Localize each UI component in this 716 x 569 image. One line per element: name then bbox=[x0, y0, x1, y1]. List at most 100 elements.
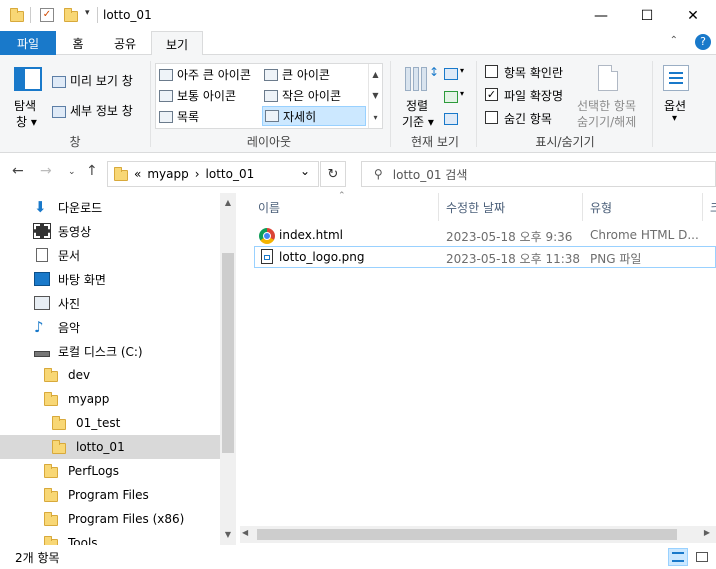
tab-view[interactable]: 보기 bbox=[151, 31, 203, 56]
options-arrow[interactable]: ▾ bbox=[672, 113, 677, 124]
large-icons-view-button[interactable] bbox=[692, 548, 712, 566]
nav-item-perflogs[interactable]: PerfLogs bbox=[0, 459, 220, 483]
details-view-button[interactable] bbox=[668, 548, 688, 566]
column-header-size[interactable]: 크 bbox=[710, 199, 716, 216]
minimize-button[interactable]: — bbox=[578, 0, 624, 31]
properties-icon[interactable]: ✓ bbox=[40, 8, 54, 22]
column-divider[interactable] bbox=[582, 193, 583, 221]
details-view-icon bbox=[672, 552, 684, 562]
file-extension-label[interactable]: 파일 확장명 bbox=[504, 87, 563, 104]
layout-list[interactable]: 목록 bbox=[159, 108, 199, 125]
nav-item-dev[interactable]: dev bbox=[0, 363, 220, 387]
layout-medium-icons[interactable]: 보통 아이콘 bbox=[159, 87, 236, 104]
nav-item-local-disk[interactable]: 로컬 디스크 (C:) bbox=[0, 339, 220, 363]
nav-item-documents[interactable]: 문서 bbox=[0, 243, 220, 267]
sort-by-icon[interactable]: ↕ bbox=[405, 65, 439, 93]
nav-item-videos[interactable]: 동영상 bbox=[0, 219, 220, 243]
column-header-name[interactable]: 이름 bbox=[258, 199, 280, 216]
navigation-pane: ⬇ 다운로드 동영상 문서 바탕 화면 사진 ♪ 음악 로컬 디스크 (C:) de… bbox=[0, 193, 236, 545]
scroll-left-icon[interactable]: ◀ bbox=[242, 528, 248, 537]
size-columns-icon[interactable] bbox=[444, 111, 460, 125]
nav-pane-label-2[interactable]: 창 ▾ bbox=[16, 113, 37, 130]
tab-file[interactable]: 파일 bbox=[0, 31, 56, 55]
preview-pane-icon bbox=[52, 75, 66, 88]
nav-item-lotto-01[interactable]: lotto_01 bbox=[0, 435, 220, 459]
scrollbar-thumb[interactable] bbox=[257, 529, 677, 540]
hide-selected-icon[interactable] bbox=[598, 65, 618, 91]
close-button[interactable]: ✕ bbox=[670, 0, 716, 31]
sort-by-label-1[interactable]: 정렬 bbox=[406, 97, 428, 114]
layout-details[interactable]: 자세히 bbox=[262, 106, 366, 126]
address-bar[interactable]: « myapp › lotto_01 ⌄ bbox=[107, 161, 319, 187]
column-header-type[interactable]: 유형 bbox=[590, 199, 612, 216]
nav-item-program-files-x86[interactable]: Program Files (x86) bbox=[0, 507, 220, 531]
hidden-items-toggle[interactable] bbox=[485, 111, 498, 124]
breadcrumb-lotto-01[interactable]: lotto_01 bbox=[206, 167, 255, 181]
video-icon bbox=[33, 223, 51, 239]
forward-arrow-icon[interactable]: → bbox=[40, 163, 52, 179]
nav-item-program-files[interactable]: Program Files bbox=[0, 483, 220, 507]
nav-item-tools[interactable]: Tools bbox=[0, 531, 220, 545]
back-arrow-icon[interactable]: ← bbox=[12, 163, 24, 179]
expand-gallery-icon[interactable]: ▾ bbox=[373, 113, 377, 122]
status-bar: 2개 항목 bbox=[0, 545, 716, 569]
refresh-button[interactable]: ↻ bbox=[320, 161, 346, 187]
new-folder-icon[interactable] bbox=[64, 8, 78, 22]
column-divider[interactable] bbox=[702, 193, 703, 221]
layout-extra-large-icons[interactable]: 아주 큰 아이콘 bbox=[159, 66, 251, 83]
sort-by-label-2[interactable]: 기준 ▾ bbox=[402, 113, 434, 130]
ribbon: 탐색 창 ▾ 미리 보기 창 세부 정보 창 창 아주 큰 아이콘 큰 아이콘 … bbox=[0, 55, 716, 153]
scroll-up-icon[interactable]: ▲ bbox=[372, 70, 378, 79]
details-pane-button[interactable]: 세부 정보 창 bbox=[52, 102, 133, 119]
column-divider[interactable] bbox=[438, 193, 439, 221]
layout-small-icons[interactable]: 작은 아이콘 bbox=[264, 87, 341, 104]
nav-pane-icon[interactable] bbox=[14, 67, 42, 91]
address-dropdown-icon[interactable]: ⌄ bbox=[300, 164, 310, 178]
scrollbar-thumb[interactable] bbox=[222, 253, 234, 453]
add-columns-icon[interactable]: ▾ bbox=[444, 89, 466, 103]
details-icon bbox=[265, 110, 279, 122]
breadcrumb-myapp[interactable]: myapp bbox=[147, 167, 188, 181]
table-row[interactable]: index.html 2023-05-18 오후 9:36 Chrome HTM… bbox=[254, 225, 716, 247]
scroll-down-icon[interactable]: ▼ bbox=[220, 527, 236, 543]
folder-icon bbox=[44, 368, 60, 382]
hide-selected-label-1[interactable]: 선택한 항목 bbox=[577, 97, 636, 114]
collapse-ribbon-icon[interactable]: ⌃ bbox=[670, 35, 678, 46]
breadcrumb-overflow[interactable]: « bbox=[134, 167, 141, 181]
nav-item-downloads[interactable]: ⬇ 다운로드 bbox=[0, 195, 220, 219]
scroll-right-icon[interactable]: ▶ bbox=[704, 528, 710, 537]
help-icon[interactable]: ? bbox=[695, 34, 711, 50]
maximize-button[interactable]: ☐ bbox=[624, 0, 670, 31]
nav-item-music[interactable]: ♪ 음악 bbox=[0, 315, 220, 339]
scroll-up-icon[interactable]: ▲ bbox=[220, 195, 236, 211]
column-header-modified[interactable]: 수정한 날짜 bbox=[446, 199, 505, 216]
table-row[interactable]: lotto_logo.png 2023-05-18 오후 11:38 PNG 파… bbox=[254, 246, 716, 268]
layout-scroll[interactable]: ▲ ▼ ▾ bbox=[368, 64, 382, 128]
layout-large-icons[interactable]: 큰 아이콘 bbox=[264, 66, 330, 83]
file-extension-toggle[interactable]: ✓ bbox=[485, 88, 498, 101]
horizontal-scrollbar[interactable]: ◀ ▶ bbox=[240, 526, 716, 543]
group-by-icon[interactable]: ▾ bbox=[444, 66, 466, 80]
nav-pane-scrollbar[interactable]: ▲ ▼ bbox=[220, 193, 236, 545]
options-icon[interactable] bbox=[663, 65, 689, 91]
nav-item-myapp[interactable]: myapp bbox=[0, 387, 220, 411]
tab-home[interactable]: 홈 bbox=[60, 31, 96, 55]
item-checkbox-label[interactable]: 항목 확인란 bbox=[504, 64, 563, 81]
tab-share[interactable]: 공유 bbox=[103, 31, 147, 55]
nav-item-pictures[interactable]: 사진 bbox=[0, 291, 220, 315]
recent-locations-icon[interactable]: ⌄ bbox=[68, 167, 76, 177]
scroll-down-icon[interactable]: ▼ bbox=[372, 91, 378, 100]
layout-gallery: 아주 큰 아이콘 큰 아이콘 보통 아이콘 작은 아이콘 목록 자세히 ▲ ▼ ▾ bbox=[155, 63, 383, 129]
hide-selected-label-2[interactable]: 숨기기/해제 bbox=[577, 113, 636, 130]
item-checkbox-toggle[interactable] bbox=[485, 65, 498, 78]
hidden-items-label[interactable]: 숨긴 항목 bbox=[504, 110, 552, 127]
search-input[interactable]: ⚲ lotto_01 검색 bbox=[361, 161, 716, 187]
nav-pane-label-1[interactable]: 탐색 bbox=[14, 97, 36, 114]
nav-item-desktop[interactable]: 바탕 화면 bbox=[0, 267, 220, 291]
options-label[interactable]: 옵션 bbox=[664, 97, 686, 114]
up-arrow-icon[interactable]: ↑ bbox=[86, 163, 98, 179]
folder-icon bbox=[10, 8, 24, 22]
preview-pane-button[interactable]: 미리 보기 창 bbox=[52, 72, 133, 89]
nav-item-01-test[interactable]: 01_test bbox=[0, 411, 220, 435]
breadcrumb-separator[interactable]: › bbox=[195, 167, 200, 181]
